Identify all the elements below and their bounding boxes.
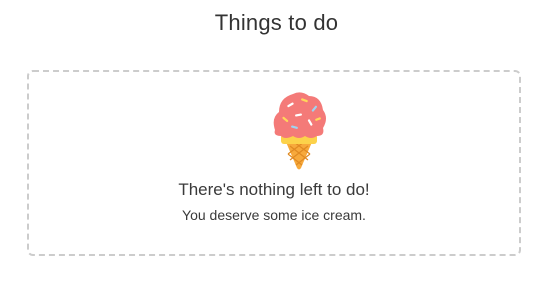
empty-state-submessage: You deserve some ice cream. [182, 207, 366, 223]
ice-cream-cone-icon [273, 92, 326, 170]
page-title: Things to do [214, 10, 339, 35]
empty-state-panel: There's nothing left to do! You deserve … [27, 70, 521, 256]
empty-state-message: There's nothing left to do! [178, 180, 370, 199]
